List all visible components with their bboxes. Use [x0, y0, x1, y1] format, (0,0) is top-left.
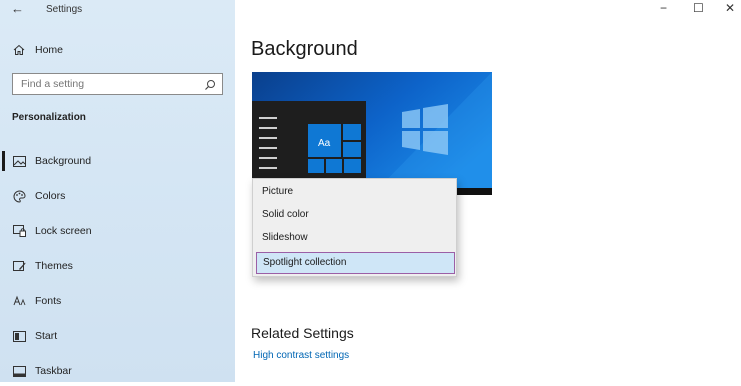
fonts-icon — [12, 294, 26, 308]
related-settings-title: Related Settings — [251, 325, 354, 341]
section-title: Personalization — [12, 112, 86, 123]
nav-label: Colors — [35, 190, 66, 202]
nav-colors[interactable]: Colors — [0, 181, 235, 211]
maximize-button[interactable]: ☐ — [693, 1, 704, 15]
background-preview: Aa — [252, 72, 492, 195]
main-content: − ☐ ✕ Background Aa Picture Solid color … — [235, 0, 741, 382]
search-icon[interactable] — [204, 78, 216, 96]
dropdown-option-spotlight-collection[interactable]: Spotlight collection — [256, 252, 455, 274]
palette-icon — [12, 189, 26, 203]
nav-label: Fonts — [35, 295, 62, 307]
nav-themes[interactable]: Themes — [0, 251, 235, 281]
dropdown-option-solid-color[interactable]: Solid color — [253, 204, 456, 226]
page-title: Background — [251, 38, 358, 60]
close-button[interactable]: ✕ — [725, 1, 735, 15]
nav-label: Start — [35, 330, 58, 342]
search-box[interactable] — [12, 73, 223, 95]
start-icon — [12, 329, 26, 343]
image-icon — [12, 154, 26, 168]
nav-start[interactable]: Start — [0, 321, 235, 351]
preview-tile-text: Aa — [318, 138, 331, 149]
nav-home-label: Home — [35, 44, 64, 56]
nav-lock-screen[interactable]: Lock screen — [0, 216, 235, 246]
search-input[interactable] — [13, 74, 201, 94]
background-type-dropdown[interactable]: Picture Solid color Slideshow Spotlight … — [252, 178, 457, 277]
dropdown-option-picture[interactable]: Picture — [253, 181, 456, 203]
nav-label: Lock screen — [35, 225, 92, 237]
sidebar: ← Settings Home Personalization Backgrou… — [0, 0, 235, 382]
dropdown-option-slideshow[interactable]: Slideshow — [253, 227, 456, 249]
minimize-button[interactable]: − — [660, 1, 667, 15]
lock-screen-icon — [12, 224, 26, 238]
nav-label: Taskbar — [35, 365, 72, 377]
back-arrow-icon[interactable]: ← — [11, 1, 24, 16]
nav-label: Background — [35, 155, 92, 167]
nav-background[interactable]: Background — [0, 146, 235, 176]
high-contrast-settings-link[interactable]: High contrast settings — [253, 350, 349, 361]
nav-home[interactable]: Home — [0, 35, 235, 65]
nav-fonts[interactable]: Fonts — [0, 286, 235, 316]
nav-label: Themes — [35, 260, 73, 272]
app-title: Settings — [46, 4, 83, 15]
home-icon — [12, 43, 26, 57]
themes-icon — [12, 259, 26, 273]
taskbar-icon — [12, 364, 26, 378]
